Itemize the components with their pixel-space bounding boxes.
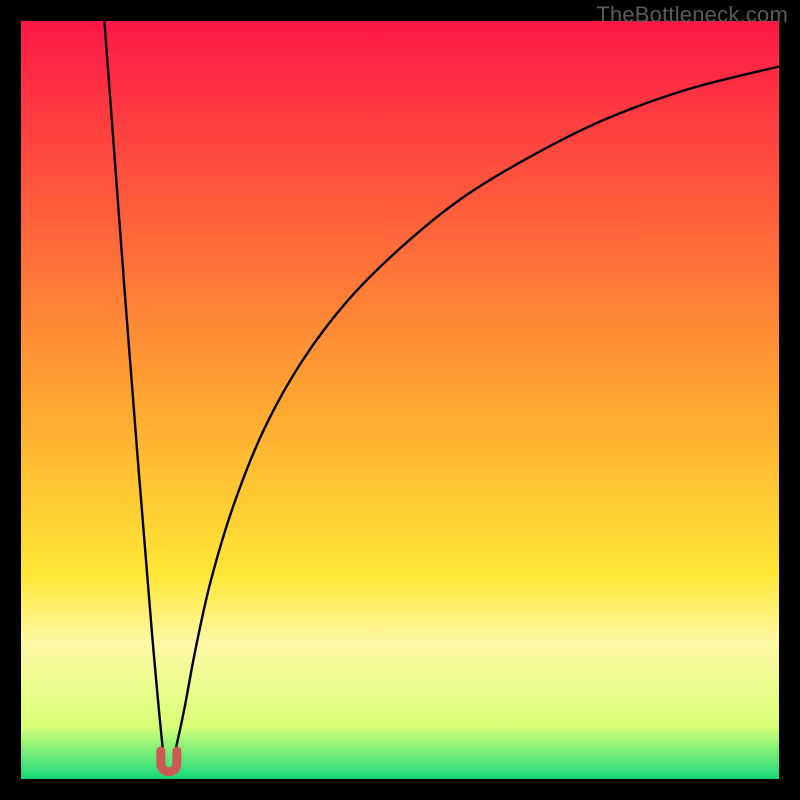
chart-background [21, 21, 779, 779]
chart-frame: TheBottleneck.com [0, 0, 800, 800]
chart-plot-area [21, 21, 779, 779]
chart-svg [21, 21, 779, 779]
watermark-text: TheBottleneck.com [596, 2, 788, 28]
